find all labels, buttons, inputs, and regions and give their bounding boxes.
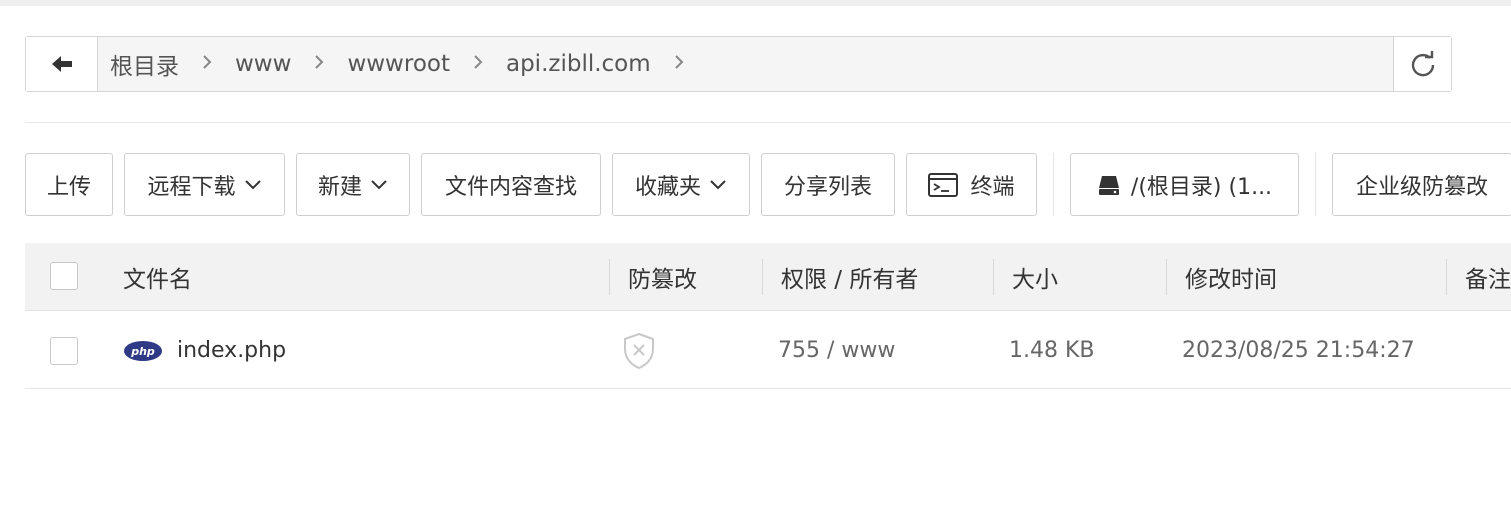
chevron-down-icon <box>244 179 262 191</box>
enterprise-tamper-button[interactable]: 企业级防篡改 <box>1332 153 1511 216</box>
breadcrumb-root[interactable]: 根目录 <box>110 47 179 81</box>
chevron-down-icon <box>370 179 388 191</box>
file-name-cell: php index.php <box>123 312 286 389</box>
favorites-label: 收藏夹 <box>634 174 701 200</box>
enterprise-tamper-label: 企业级防篡改 <box>1355 174 1488 200</box>
column-separator <box>762 259 763 295</box>
column-separator <box>993 259 994 295</box>
path-bar: 根目录 www wwwroot api.zibll.com <box>25 36 1452 92</box>
hard-disk-icon <box>1098 175 1119 195</box>
column-separator <box>1446 259 1447 295</box>
breadcrumb-wwwroot[interactable]: wwwroot <box>347 51 450 77</box>
refresh-button[interactable] <box>1393 37 1451 91</box>
table-row[interactable]: php index.php 755 / www 1.48 KB 2023/08/… <box>25 312 1511 389</box>
header-tamper[interactable]: 防篡改 <box>628 243 697 311</box>
disk-button[interactable]: /(根目录) (1... <box>1070 153 1299 216</box>
content-search-button[interactable]: 文件内容查找 <box>421 153 601 216</box>
share-list-label: 分享列表 <box>783 174 872 200</box>
favorites-button[interactable]: 收藏夹 <box>612 153 750 216</box>
file-name-link[interactable]: index.php <box>177 338 286 363</box>
chevron-right-icon <box>201 52 213 76</box>
select-all-checkbox[interactable] <box>50 262 78 290</box>
header-size[interactable]: 大小 <box>1012 243 1058 311</box>
terminal-label: 终端 <box>970 174 1015 200</box>
row-checkbox[interactable] <box>50 337 78 365</box>
chevron-right-icon <box>313 52 325 76</box>
upload-button[interactable]: 上传 <box>25 153 113 216</box>
column-separator <box>609 259 610 295</box>
shield-x-icon <box>624 332 654 369</box>
modified-cell: 2023/08/25 21:54:27 <box>1182 338 1415 363</box>
header-filename[interactable]: 文件名 <box>123 243 192 311</box>
breadcrumb-site[interactable]: api.zibll.com <box>506 51 651 77</box>
tamper-status-cell[interactable] <box>622 312 656 389</box>
table-header: 文件名 防篡改 权限 / 所有者 大小 修改时间 备注 <box>25 243 1511 311</box>
refresh-icon <box>1411 51 1434 77</box>
chevron-right-icon <box>472 52 484 76</box>
perm-owner-cell[interactable]: 755 / www <box>778 312 895 389</box>
column-separator <box>1166 259 1167 295</box>
terminal-button[interactable]: 终端 <box>906 153 1037 216</box>
terminal-icon <box>928 172 959 197</box>
toolbar-separator <box>1315 153 1316 216</box>
top-strip <box>0 0 1511 6</box>
content-search-label: 文件内容查找 <box>444 174 577 200</box>
upload-label: 上传 <box>46 174 91 200</box>
remote-download-button[interactable]: 远程下载 <box>124 153 285 216</box>
chevron-down-icon <box>709 179 727 191</box>
disk-label: /(根目录) (1... <box>1130 174 1273 200</box>
header-perm-owner[interactable]: 权限 / 所有者 <box>781 243 918 311</box>
divider <box>25 122 1511 123</box>
breadcrumb-www[interactable]: www <box>235 51 291 77</box>
header-note[interactable]: 备注 <box>1465 243 1511 311</box>
size-cell: 1.48 KB <box>1009 338 1095 363</box>
php-icon: php <box>124 340 162 361</box>
new-button[interactable]: 新建 <box>296 153 410 216</box>
breadcrumb: 根目录 www wwwroot api.zibll.com <box>98 37 1393 91</box>
share-list-button[interactable]: 分享列表 <box>761 153 895 216</box>
toolbar: 上传 远程下载 新建 文件内容查找 收藏夹 分享列表 终端 /(根目录) (1.… <box>25 153 1511 216</box>
new-label: 新建 <box>317 174 362 200</box>
toolbar-separator <box>1053 153 1054 216</box>
back-button[interactable] <box>26 37 98 91</box>
chevron-right-icon <box>673 52 685 76</box>
header-modified[interactable]: 修改时间 <box>1185 243 1277 311</box>
arrow-left-icon <box>51 56 72 72</box>
remote-download-label: 远程下载 <box>147 174 236 200</box>
svg-text:php: php <box>130 345 155 358</box>
